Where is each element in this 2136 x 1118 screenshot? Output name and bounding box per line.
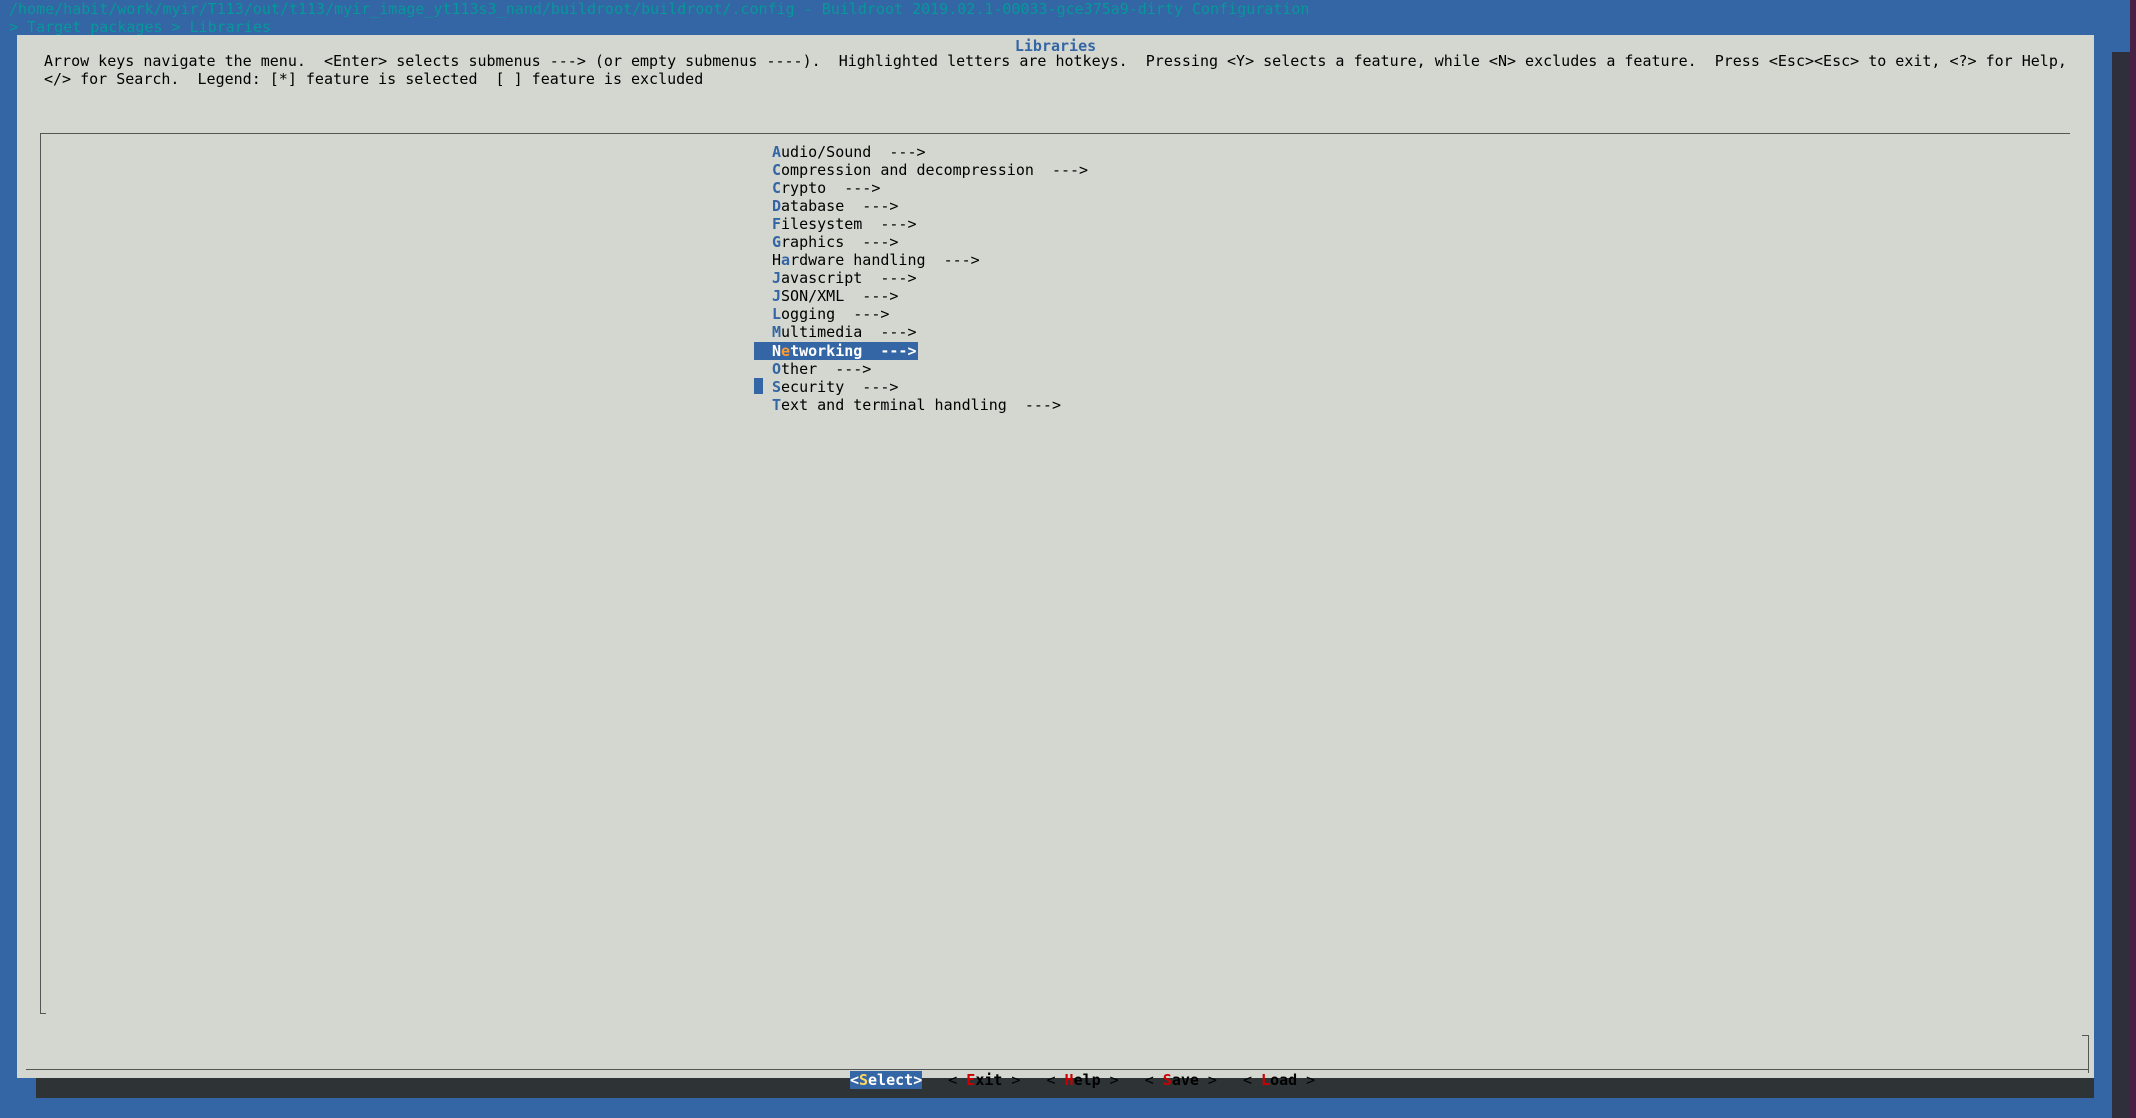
hotkey-letter: L (772, 305, 782, 323)
select-button[interactable]: <Select> (849, 1071, 923, 1089)
button-label: elp (1073, 1071, 1101, 1089)
config-path-title: /home/habit/work/myir/T113/out/t113/myir… (9, 0, 1310, 18)
menu-item-label: tworking ---> (790, 342, 917, 360)
menu-item-multimedia[interactable]: Multimedia ---> (772, 323, 1088, 341)
hotkey-letter: J (772, 269, 782, 287)
menu-item-label: ompression and decompression ---> (781, 161, 1089, 179)
menu-item-networking[interactable]: Networking ---> (754, 342, 918, 360)
menu-item-label: SON/XML ---> (781, 287, 899, 305)
bracket: < (1046, 1071, 1065, 1089)
menu-box-right-tick (2082, 1035, 2088, 1036)
menu-item-logging[interactable]: Logging ---> (772, 305, 1088, 323)
button-label: ave (1171, 1071, 1199, 1089)
hotkey-letter: G (772, 233, 782, 251)
bracket: > (1100, 1071, 1119, 1089)
hotkey-letter: J (772, 287, 782, 305)
menu-item-audio-sound[interactable]: Audio/Sound ---> (772, 143, 1088, 161)
hotkey-letter: L (1261, 1071, 1271, 1089)
menu-box-corner (40, 1013, 46, 1014)
menu-item-label: atabase ---> (781, 197, 899, 215)
bracket: < (948, 1071, 967, 1089)
button-label: xit (975, 1071, 1003, 1089)
bracket: < (849, 1071, 859, 1089)
menu-item-graphics[interactable]: Graphics ---> (772, 233, 1088, 251)
hotkey-letter: D (772, 197, 782, 215)
hotkey-letter: M (772, 323, 782, 341)
menu-item-security[interactable]: Security ---> (772, 378, 1088, 396)
hotkey-letter: T (772, 396, 782, 414)
bracket: > (913, 1071, 923, 1089)
help-text: Arrow keys navigate the menu. <Enter> se… (44, 52, 2067, 88)
menu-item-json-xml[interactable]: JSON/XML ---> (772, 287, 1088, 305)
menu-item-label: avascript ---> (781, 269, 917, 287)
hotkey-letter: C (772, 179, 782, 197)
button-bar: <Select> < Exit > < Help > < Save > < Load > (17, 1053, 2094, 1089)
button-label: elect (868, 1071, 914, 1089)
menu-item-prefix: N (772, 342, 782, 360)
menu-item-prefix: H (772, 251, 782, 269)
hotkey-letter: S (772, 378, 782, 396)
menu-item-label: ecurity ---> (781, 378, 899, 396)
load-button[interactable]: < Load > (1243, 1071, 1315, 1089)
help-line-1: Arrow keys navigate the menu. <Enter> se… (44, 52, 2067, 70)
menu-item-other[interactable]: Other ---> (772, 360, 1088, 378)
menu-item-label: ilesystem ---> (781, 215, 917, 233)
exit-button[interactable]: < Exit > (948, 1071, 1020, 1089)
selection-cursor (754, 378, 763, 394)
menu-item-javascript[interactable]: Javascript ---> (772, 269, 1088, 287)
menu-item-label: raphics ---> (781, 233, 899, 251)
button-label: oad (1270, 1071, 1298, 1089)
hotkey-letter: H (1064, 1071, 1074, 1089)
menu-item-label: udio/Sound ---> (781, 143, 926, 161)
menu-item-label: ultimedia ---> (781, 323, 917, 341)
menu-list: Audio/Sound ---> Compression and decompr… (754, 143, 1088, 414)
bracket: < (1242, 1071, 1262, 1089)
window-edge-strip (2130, 0, 2136, 1118)
menu-item-compression[interactable]: Compression and decompression ---> (772, 161, 1088, 179)
terminal-screen: /home/habit/work/myir/T113/out/t113/myir… (0, 0, 2136, 1118)
bracket: > (1002, 1071, 1021, 1089)
hotkey-letter: a (781, 251, 791, 269)
menuconfig-dialog: Libraries Arrow keys navigate the menu. … (17, 35, 2094, 1089)
menu-item-hardware-handling[interactable]: Hardware handling ---> (772, 251, 1088, 269)
bracket: > (1198, 1071, 1217, 1089)
menu-item-label: ext and terminal handling ---> (781, 396, 1061, 414)
hotkey-letter: E (966, 1071, 976, 1089)
hotkey-letter: F (772, 215, 782, 233)
hotkey-letter: A (772, 143, 782, 161)
breadcrumb: > Target packages > Libraries (9, 18, 271, 36)
bracket: < (1144, 1071, 1163, 1089)
hotkey-letter: O (772, 360, 782, 378)
hotkey-letter: e (781, 342, 791, 360)
hotkey-letter: C (772, 161, 782, 179)
save-button[interactable]: < Save > (1145, 1071, 1217, 1089)
hotkey-letter: S (859, 1071, 869, 1089)
menu-item-database[interactable]: Database ---> (772, 197, 1088, 215)
menu-item-filesystem[interactable]: Filesystem ---> (772, 215, 1088, 233)
menu-item-label: rdware handling ---> (790, 251, 980, 269)
menu-item-label: ogging ---> (781, 305, 890, 323)
help-button[interactable]: < Help > (1046, 1071, 1118, 1089)
menu-item-text-terminal[interactable]: Text and terminal handling ---> (772, 396, 1088, 414)
hotkey-letter: S (1162, 1071, 1172, 1089)
bracket: > (1297, 1071, 1316, 1089)
help-line-2: </> for Search. Legend: [*] feature is s… (44, 70, 704, 88)
menu-item-label: ther ---> (781, 360, 872, 378)
menu-item-crypto[interactable]: Crypto ---> (772, 179, 1088, 197)
menu-item-label: rypto ---> (781, 179, 881, 197)
